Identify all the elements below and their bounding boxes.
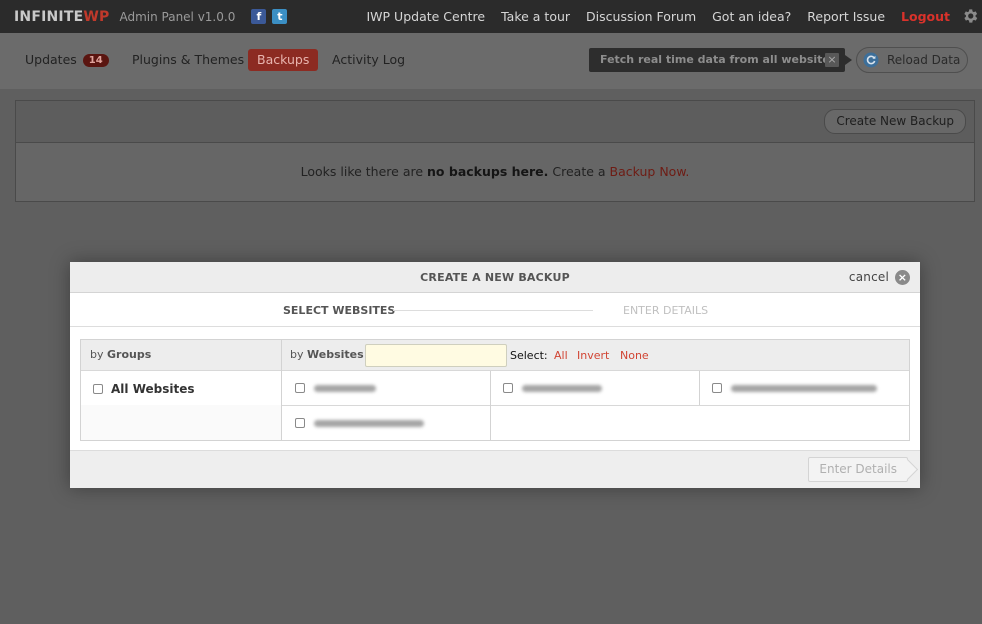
- logout-link[interactable]: Logout: [901, 9, 950, 24]
- website-selection-grid: by Groups by Websites Select: All Invert…: [80, 339, 910, 441]
- select-none-link[interactable]: None: [620, 349, 649, 362]
- create-new-backup-button[interactable]: Create New Backup: [824, 109, 966, 134]
- tab-updates[interactable]: Updates 14: [25, 49, 109, 71]
- nav-update-centre[interactable]: IWP Update Centre: [367, 9, 486, 24]
- nav-take-a-tour[interactable]: Take a tour: [501, 9, 570, 24]
- top-bar: INFINITEWP Admin Panel v1.0.0 f t IWP Up…: [0, 0, 982, 33]
- cancel-label: cancel: [848, 270, 889, 284]
- website-name-redacted: [314, 384, 376, 392]
- nav-discussion-forum[interactable]: Discussion Forum: [586, 9, 696, 24]
- gear-icon[interactable]: [961, 7, 979, 25]
- by-websites-label: Websites: [307, 348, 364, 361]
- website-option[interactable]: [295, 418, 424, 428]
- fetch-data-tooltip: Fetch real time data from all websites ×: [589, 48, 852, 72]
- row-divider: [282, 405, 909, 406]
- website-checkbox[interactable]: [295, 383, 305, 393]
- website-option[interactable]: [295, 383, 376, 393]
- select-label: Select:: [510, 349, 548, 362]
- backups-panel: Create New Backup Looks like there are n…: [15, 100, 975, 202]
- top-navigation: IWP Update Centre Take a tour Discussion…: [351, 0, 951, 33]
- website-checkbox[interactable]: [295, 418, 305, 428]
- fetch-data-tooltip-text: Fetch real time data from all websites: [600, 53, 837, 66]
- cell-divider: [490, 371, 491, 440]
- by-websites-header: by Websites: [290, 348, 364, 361]
- tab-plugins-themes[interactable]: Plugins & Themes: [132, 49, 244, 71]
- website-option[interactable]: [712, 383, 877, 393]
- by-groups-prefix: by: [90, 348, 104, 361]
- website-name-redacted: [314, 419, 424, 427]
- refresh-icon: [863, 52, 879, 68]
- no-backups-message: Looks like there are no backups here. Cr…: [16, 143, 974, 201]
- select-all-link[interactable]: All: [554, 349, 568, 362]
- backup-now-link[interactable]: Backup Now.: [610, 164, 690, 179]
- twitter-icon[interactable]: t: [272, 9, 288, 24]
- enter-details-button[interactable]: Enter Details: [808, 457, 908, 482]
- all-websites-checkbox[interactable]: [93, 384, 103, 394]
- create-backup-dialog: CREATE A NEW BACKUP cancel × SELECT WEBS…: [70, 262, 920, 488]
- dialog-header: CREATE A NEW BACKUP cancel ×: [70, 262, 920, 293]
- brand-logo-part2: WP: [83, 8, 110, 25]
- dialog-footer: Enter Details: [70, 450, 920, 488]
- step-divider: [393, 310, 593, 311]
- cell-divider: [699, 371, 700, 405]
- grid-header: by Groups by Websites Select: All Invert…: [81, 340, 909, 371]
- by-websites-prefix: by: [290, 348, 304, 361]
- website-name-redacted: [731, 384, 877, 392]
- website-search-input[interactable]: [365, 344, 507, 367]
- all-websites-label: All Websites: [111, 382, 195, 396]
- empty-text-bold: no backups here.: [427, 164, 549, 179]
- brand-logo[interactable]: INFINITEWP: [14, 9, 109, 25]
- reload-data-label: Reload Data: [887, 53, 961, 67]
- tab-updates-label: Updates: [25, 52, 77, 67]
- close-circle-icon: ×: [895, 270, 910, 285]
- select-invert-link[interactable]: Invert: [577, 349, 609, 362]
- reload-data-button[interactable]: Reload Data: [856, 47, 968, 73]
- facebook-icon[interactable]: f: [251, 9, 267, 24]
- by-groups-header: by Groups: [90, 348, 151, 361]
- section-tabs-bar: Updates 14 Plugins & Themes Backups Activ…: [0, 33, 982, 89]
- website-checkbox[interactable]: [503, 383, 513, 393]
- nav-got-an-idea[interactable]: Got an idea?: [712, 9, 791, 24]
- column-divider: [281, 340, 282, 440]
- step-select-websites: SELECT WEBSITES: [283, 304, 396, 317]
- website-option[interactable]: [503, 383, 602, 393]
- tab-activity-log[interactable]: Activity Log: [332, 49, 405, 71]
- brand-logo-part1: INFINITE: [14, 8, 84, 25]
- dialog-title: CREATE A NEW BACKUP: [420, 271, 570, 284]
- by-groups-label: Groups: [107, 348, 152, 361]
- step-enter-details: ENTER DETAILS: [623, 304, 709, 317]
- all-websites-option[interactable]: All Websites: [93, 382, 195, 396]
- wizard-steps: SELECT WEBSITES ENTER DETAILS: [70, 293, 920, 327]
- admin-panel-version: Admin Panel v1.0.0: [119, 9, 236, 24]
- updates-count-badge: 14: [82, 54, 109, 67]
- backups-panel-header: Create New Backup: [16, 101, 974, 143]
- close-icon[interactable]: ×: [825, 53, 839, 67]
- tab-backups[interactable]: Backups: [248, 49, 319, 71]
- nav-report-issue[interactable]: Report Issue: [807, 9, 885, 24]
- website-checkbox[interactable]: [712, 383, 722, 393]
- empty-text-middle: Create a: [552, 164, 606, 179]
- groups-column-filler: [81, 405, 281, 440]
- cancel-button[interactable]: cancel ×: [849, 262, 910, 293]
- empty-text-prefix: Looks like there are: [300, 164, 424, 179]
- website-name-redacted: [522, 384, 602, 392]
